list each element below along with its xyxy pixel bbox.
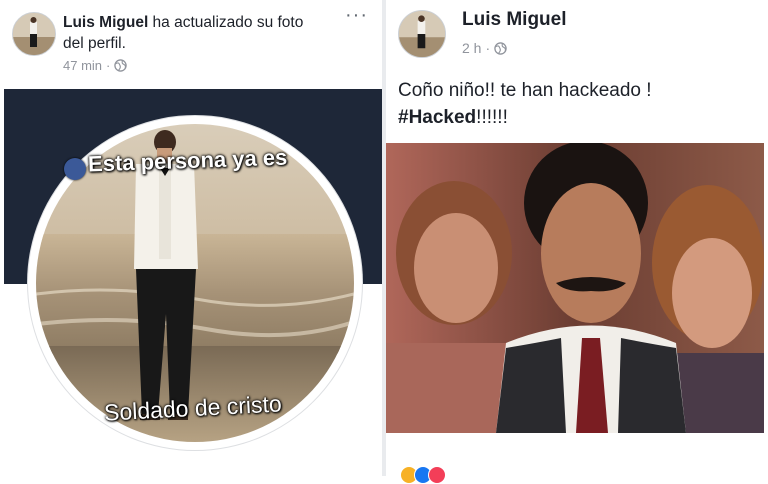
hashtag-link[interactable]: #Hacked: [398, 107, 476, 128]
facebook-badge-icon: [64, 158, 86, 180]
post-header-text: Luis Miguel ha actualizado su foto del p…: [63, 12, 353, 54]
globe-icon[interactable]: [494, 41, 507, 55]
avatar-photo: [13, 13, 55, 55]
post-text-line2: #Hacked!!!!!!: [398, 105, 508, 130]
action-text: ha actualizado su foto: [148, 14, 304, 31]
author-name[interactable]: Luis Miguel: [63, 14, 148, 31]
post-text-line1: Coño niño!! te han hackeado !: [398, 80, 652, 101]
post-header-text: Luis Miguel: [462, 9, 567, 30]
post-photo[interactable]: [386, 143, 764, 433]
action-text-line2: del perfil.: [63, 35, 126, 52]
hacked-post: Luis Miguel 2 h · Coño niño!! te han hac…: [386, 0, 768, 484]
reaction-summary[interactable]: [400, 466, 446, 484]
profile-update-post: Luis Miguel ha actualizado su foto del p…: [0, 0, 382, 476]
author-name[interactable]: Luis Miguel: [462, 9, 567, 30]
avatar-photo: [399, 11, 445, 57]
meta-separator: ·: [106, 58, 111, 73]
globe-icon[interactable]: [114, 59, 128, 72]
more-options-icon[interactable]: ···: [345, 5, 368, 25]
post-meta: 2 h ·: [462, 40, 507, 56]
post-text-suffix: !!!!!!: [476, 107, 508, 128]
post-timestamp[interactable]: 47 min: [63, 58, 102, 73]
post-meta: 47 min ·: [63, 58, 128, 73]
author-avatar[interactable]: [398, 10, 446, 58]
love-reaction-icon: [428, 466, 446, 484]
meta-separator: ·: [485, 40, 491, 56]
author-avatar[interactable]: [12, 12, 56, 56]
post-timestamp[interactable]: 2 h: [462, 40, 481, 56]
